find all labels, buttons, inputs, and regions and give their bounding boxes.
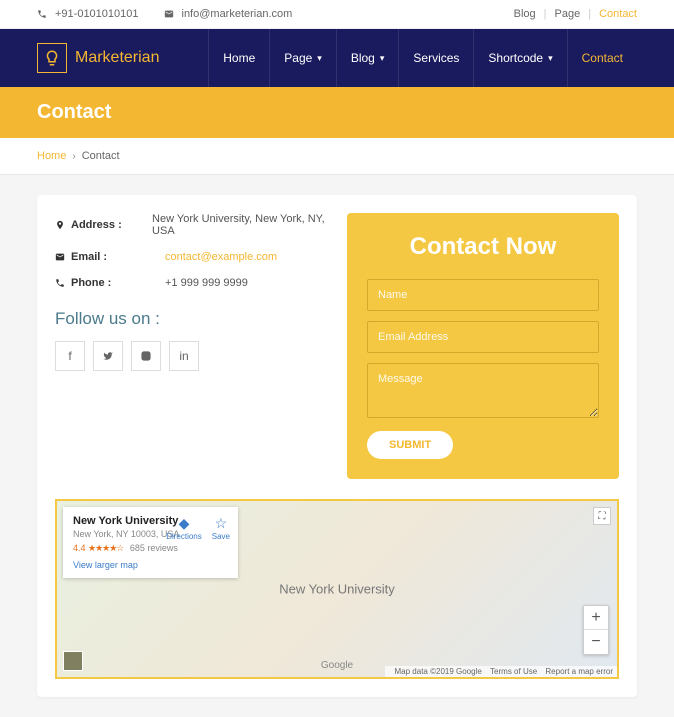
nav-shortcode[interactable]: Shortcode▾ (474, 29, 566, 87)
separator: | (588, 8, 591, 20)
zoom-out-button[interactable]: − (584, 630, 608, 654)
chevron-down-icon: ▾ (548, 53, 553, 64)
topbar-link-contact[interactable]: Contact (599, 8, 637, 20)
separator: | (544, 8, 547, 20)
email-label: Email : (71, 251, 107, 263)
linkedin-button[interactable]: in (169, 341, 199, 371)
twitter-button[interactable] (93, 341, 123, 371)
nav-services[interactable]: Services (399, 29, 473, 87)
email-input[interactable] (367, 321, 599, 353)
map-info-card: New York University New York, NY 10003, … (63, 507, 238, 578)
map-footer: Map data ©2019 Google Terms of Use Repor… (385, 666, 617, 677)
brand-name: Marketerian (75, 49, 159, 67)
instagram-icon (141, 351, 151, 361)
map-center-label: New York University (279, 582, 395, 597)
facebook-button[interactable]: f (55, 341, 85, 371)
contact-form: Contact Now SUBMIT (347, 213, 619, 479)
logo-icon (37, 43, 67, 73)
topbar-link-blog[interactable]: Blog (514, 8, 536, 20)
twitter-icon (103, 351, 113, 361)
directions-button[interactable]: ◆ Directions (166, 515, 202, 541)
map-thumbnail[interactable] (63, 651, 83, 671)
star-icon: ☆ (212, 515, 230, 532)
follow-title: Follow us on : (55, 309, 327, 329)
linkedin-icon: in (179, 349, 188, 363)
message-textarea[interactable] (367, 363, 599, 418)
phone-label: Phone : (71, 277, 111, 289)
map[interactable]: New York University New York, NY 10003, … (55, 499, 619, 679)
email-value[interactable]: contact@example.com (165, 251, 277, 263)
form-title: Contact Now (367, 233, 599, 261)
map-provider-logo: Google (321, 660, 353, 671)
address-value: New York University, New York, NY, USA (152, 213, 327, 237)
envelope-icon (55, 252, 65, 262)
save-button[interactable]: ☆ Save (212, 515, 230, 541)
phone-icon (55, 278, 65, 288)
zoom-in-button[interactable]: + (584, 606, 608, 630)
chevron-right-icon: › (72, 151, 75, 162)
nav-blog[interactable]: Blog▾ (337, 29, 399, 87)
nav-contact[interactable]: Contact (568, 29, 637, 87)
brand-logo[interactable]: Marketerian (37, 33, 159, 83)
topbar-email: info@marketerian.com (164, 8, 293, 20)
chevron-down-icon: ▾ (380, 53, 385, 64)
rating-reviews: 685 reviews (130, 543, 178, 553)
instagram-button[interactable] (131, 341, 161, 371)
breadcrumb-current: Contact (82, 150, 120, 162)
name-input[interactable] (367, 279, 599, 311)
map-pin-icon (55, 220, 65, 230)
topbar-phone: +91-0101010101 (37, 8, 139, 20)
chevron-down-icon: ▾ (317, 53, 322, 64)
phone-value: +1 999 999 9999 (165, 277, 248, 289)
nav-page[interactable]: Page▾ (270, 29, 336, 87)
address-label: Address : (71, 219, 122, 231)
nav-home[interactable]: Home (209, 29, 269, 87)
phone-icon (37, 9, 47, 19)
topbar-link-page[interactable]: Page (555, 8, 581, 20)
page-title: Contact (37, 101, 637, 124)
view-larger-map-link[interactable]: View larger map (73, 560, 228, 570)
submit-button[interactable]: SUBMIT (367, 431, 453, 459)
fullscreen-button[interactable]: ⛶ (593, 507, 611, 525)
breadcrumb-home[interactable]: Home (37, 150, 66, 162)
terms-link[interactable]: Terms of Use (490, 667, 537, 676)
fullscreen-icon: ⛶ (599, 511, 606, 522)
rating-value: 4.4 (73, 543, 86, 553)
directions-icon: ◆ (166, 515, 202, 532)
envelope-icon (164, 9, 174, 19)
rating-stars: ★★★★☆ (88, 543, 123, 553)
facebook-icon: f (68, 349, 71, 363)
report-link[interactable]: Report a map error (545, 667, 613, 676)
